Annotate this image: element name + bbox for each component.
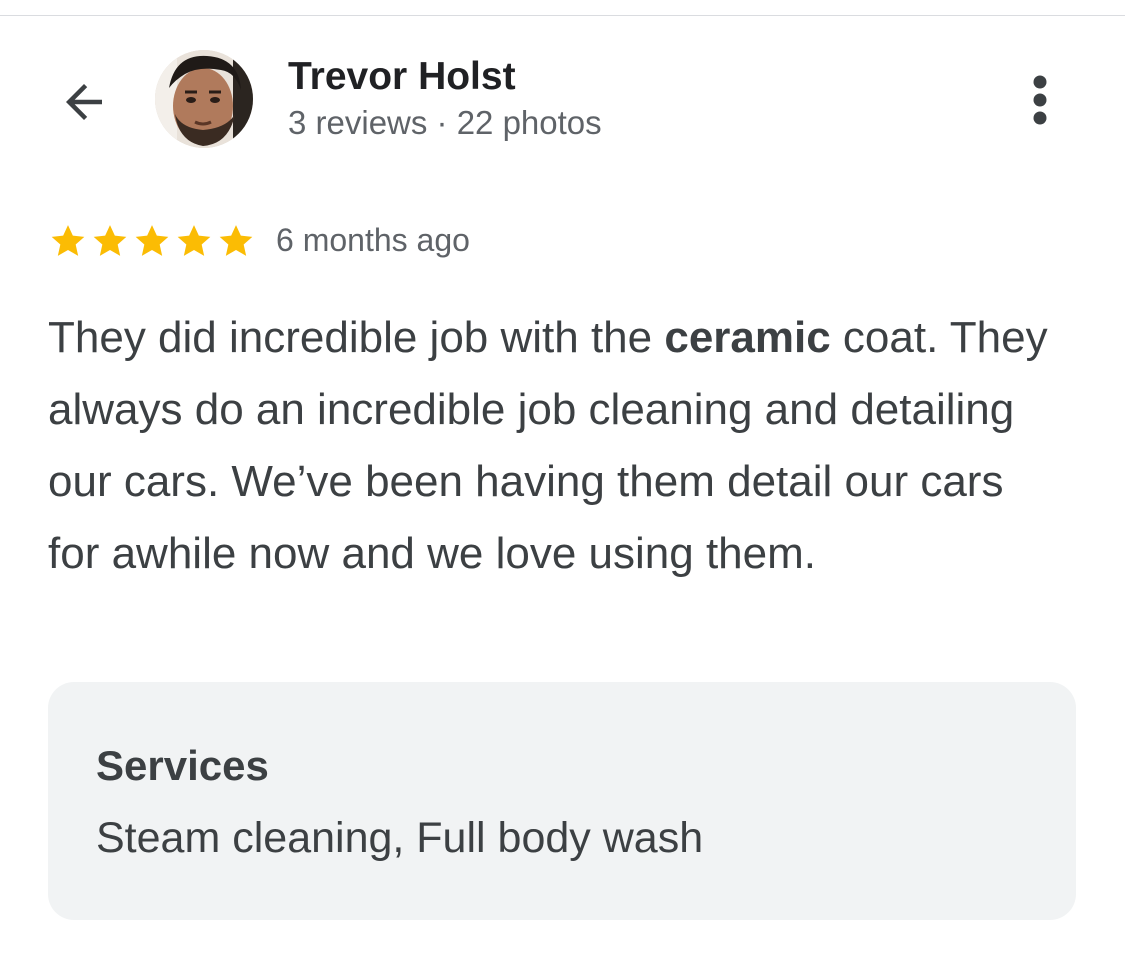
- reviewer-name[interactable]: Trevor Holst: [288, 55, 516, 99]
- services-card: Services Steam cleaning, Full body wash: [48, 682, 1076, 920]
- avatar[interactable]: [155, 50, 253, 148]
- review-body: They did incredible job with the ceramic…: [48, 302, 1058, 590]
- review-highlight: ceramic: [664, 313, 831, 362]
- star-icon: [135, 225, 169, 256]
- services-list: Steam cleaning, Full body wash: [96, 814, 704, 862]
- star-rating: [48, 221, 256, 261]
- star-icon: [51, 225, 85, 256]
- reviewer-stats: 3 reviews · 22 photos: [288, 104, 602, 141]
- back-button[interactable]: [56, 74, 112, 130]
- arrow-back-icon: [66, 84, 102, 120]
- more-options-button[interactable]: [1012, 68, 1068, 132]
- review-timestamp: 6 months ago: [276, 222, 470, 258]
- top-divider: [0, 15, 1125, 16]
- star-icon: [219, 225, 253, 256]
- review-text-part-1: They did incredible job with the: [48, 313, 665, 362]
- star-icon: [93, 225, 127, 256]
- avatar-image: [155, 50, 253, 148]
- more-vertical-icon: [1033, 75, 1047, 125]
- star-icon: [177, 225, 211, 256]
- services-title: Services: [96, 742, 269, 789]
